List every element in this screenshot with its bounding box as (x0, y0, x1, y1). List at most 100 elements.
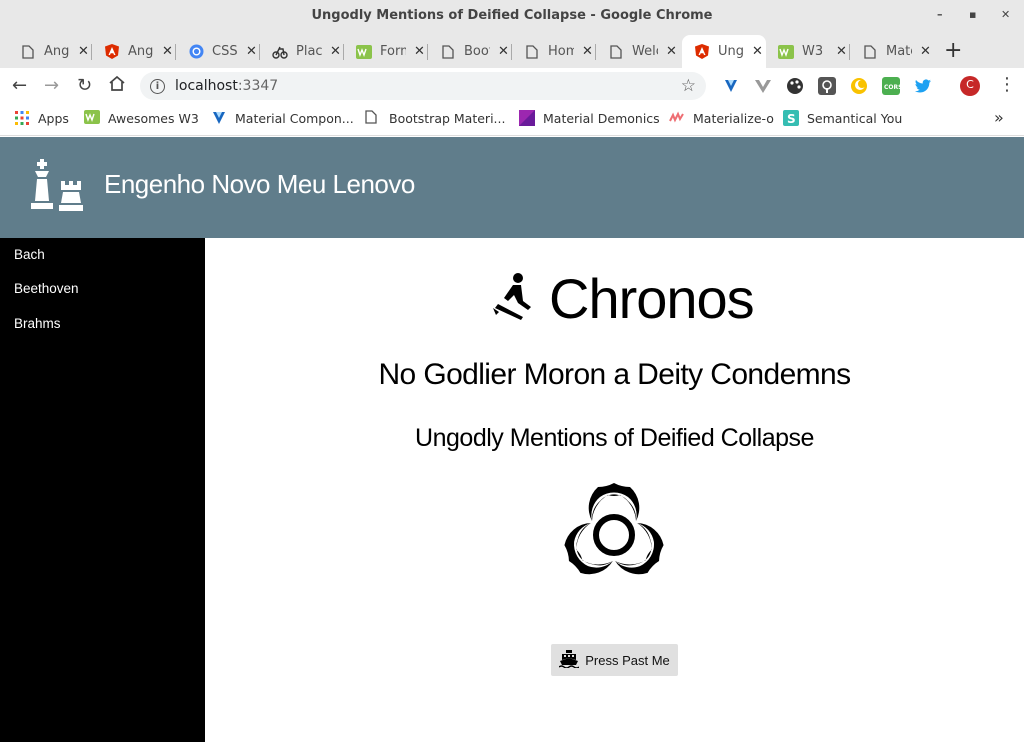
subtitle: No Godlier Moron a Deity Condemns (378, 358, 851, 391)
vuetify-extension-icon[interactable] (722, 77, 740, 95)
tab-label: Form (380, 44, 406, 59)
bookmark-star-icon[interactable]: ☆ (681, 76, 696, 96)
tab-label: W3 (802, 44, 824, 59)
url-text[interactable]: localhost:3347 (175, 78, 278, 94)
maximize-button[interactable]: ▪ (969, 8, 976, 21)
document-icon (20, 44, 36, 60)
semantic-icon: S (783, 110, 799, 126)
tab-label: Angular (44, 44, 70, 59)
tab-4[interactable]: Placeholder ✕ (252, 35, 344, 68)
bookmark-awesomes-w3[interactable]: Awesomes W3 (84, 110, 199, 126)
w3-icon (778, 44, 794, 60)
main-content: Chronos No Godlier Moron a Deity Condemn… (205, 238, 1024, 742)
material-icon (519, 110, 535, 126)
ferry-icon (558, 649, 580, 671)
materialize-icon (669, 110, 685, 126)
tab-11[interactable]: Material ✕ (842, 35, 934, 68)
tab-1[interactable]: Angular ✕ (0, 35, 92, 68)
w3-icon (84, 110, 100, 126)
rowing-icon (491, 272, 535, 326)
bookmark-material-components[interactable]: Material Compon... (211, 110, 354, 126)
tab-label: Bootstrap (464, 44, 490, 59)
sidebar-item-bach[interactable]: Bach (14, 247, 45, 262)
reload-icon[interactable]: ↻ (77, 75, 92, 96)
chess-king-rook-icon (28, 159, 84, 219)
cors-extension-icon[interactable]: CORS (882, 77, 902, 95)
bookmark-label: Semantical You (807, 110, 903, 126)
apps-grid-icon (14, 110, 30, 126)
tab-5[interactable]: Form ✕ (336, 35, 428, 68)
tab-10[interactable]: W3 ✕ (758, 35, 850, 68)
bicycle-icon (272, 44, 288, 60)
address-bar[interactable]: i localhost:3347 ☆ (140, 72, 706, 100)
browser-toolbar: ← → ↻ i localhost:3347 ☆ CORS C ⋮ (0, 68, 1024, 104)
tagline: Ungodly Mentions of Deified Collapse (415, 424, 814, 452)
more-bookmarks-chevron-icon[interactable]: » (994, 108, 1004, 127)
tab-label: Ungodly (718, 44, 744, 59)
bookmarks-bar: Apps Awesomes W3 Material Compon... Boot… (0, 104, 1024, 136)
bookmark-material-demonics[interactable]: Material Demonics (519, 110, 660, 126)
tab-9-active[interactable]: Ungodly ✕ (682, 35, 766, 68)
page-title-row: Chronos (491, 266, 755, 331)
new-tab-button[interactable]: + (944, 38, 962, 63)
app-title: Engenho Novo Meu Lenovo (104, 169, 415, 199)
forward-arrow-icon[interactable]: → (44, 75, 59, 96)
profile-avatar[interactable]: C (960, 76, 980, 96)
vuetify-icon (211, 110, 227, 126)
sidebar-item-beethoven[interactable]: Beethoven (14, 281, 79, 296)
document-icon (608, 44, 624, 60)
document-icon (365, 110, 381, 126)
close-window-button[interactable]: ✕ (1001, 8, 1010, 21)
document-icon (862, 44, 878, 60)
bookmark-label: Apps (38, 110, 69, 126)
press-past-me-button[interactable]: Press Past Me (551, 644, 678, 676)
tab-6[interactable]: Bootstrap ✕ (420, 35, 512, 68)
tab-7[interactable]: Home ✕ (504, 35, 596, 68)
vue-devtools-icon[interactable] (754, 77, 772, 95)
bookmark-label: Materialize-o (693, 110, 774, 126)
angular-icon (694, 44, 710, 60)
tab-label: Welcome (632, 44, 658, 59)
page-title: Chronos (549, 267, 755, 330)
bookmark-label: Material Compon... (235, 110, 354, 126)
document-icon (524, 44, 540, 60)
chromium-icon (188, 44, 204, 60)
sidebar: Bach Beethoven Brahms (0, 238, 205, 742)
svg-text:S: S (787, 112, 796, 126)
tab-label: Home (548, 44, 574, 59)
angular-icon (104, 44, 120, 60)
twitter-icon[interactable] (914, 77, 932, 95)
chrome-menu-icon[interactable]: ⋮ (998, 74, 1016, 95)
bookmark-apps[interactable]: Apps (14, 110, 69, 126)
dark-mode-extension-icon[interactable] (850, 77, 868, 95)
palette-extension-icon[interactable] (786, 77, 804, 95)
bookmark-label: Material Demonics (543, 110, 660, 126)
tab-label: Angular (128, 44, 154, 59)
bookmark-label: Awesomes W3 (108, 110, 199, 126)
bookmark-materialize[interactable]: Materialize-o (669, 110, 774, 126)
tab-3[interactable]: CSS ✕ (168, 35, 260, 68)
tab-label: Material (886, 44, 912, 59)
site-info-icon[interactable]: i (150, 78, 165, 94)
tab-8[interactable]: Welcome ✕ (588, 35, 680, 68)
minimize-button[interactable]: – (937, 8, 943, 21)
tab-strip: Angular ✕ Angular ✕ CSS ✕ Placeholder ✕ … (0, 32, 1024, 68)
window-titlebar: Ungodly Mentions of Deified Collapse - G… (0, 0, 1024, 32)
back-arrow-icon[interactable]: ← (12, 75, 27, 96)
bookmark-label: Bootstrap Materi... (389, 110, 506, 126)
biohazard-icon (556, 480, 672, 588)
button-label: Press Past Me (585, 652, 670, 668)
app-header: Engenho Novo Meu Lenovo (0, 137, 1024, 238)
bookmark-bootstrap-material[interactable]: Bootstrap Materi... (365, 110, 505, 126)
tab-label: CSS (212, 44, 238, 59)
bookmark-semantical-you[interactable]: S Semantical You (783, 110, 902, 126)
document-icon (440, 44, 456, 60)
w3-icon (356, 44, 372, 60)
lighthouse-extension-icon[interactable] (818, 77, 836, 95)
tab-close-icon[interactable]: ✕ (920, 44, 931, 59)
tab-close-icon[interactable]: ✕ (666, 44, 677, 59)
svg-text:CORS: CORS (884, 84, 900, 91)
tab-2[interactable]: Angular ✕ (84, 35, 176, 68)
sidebar-item-brahms[interactable]: Brahms (14, 316, 61, 331)
home-icon[interactable] (108, 75, 126, 97)
